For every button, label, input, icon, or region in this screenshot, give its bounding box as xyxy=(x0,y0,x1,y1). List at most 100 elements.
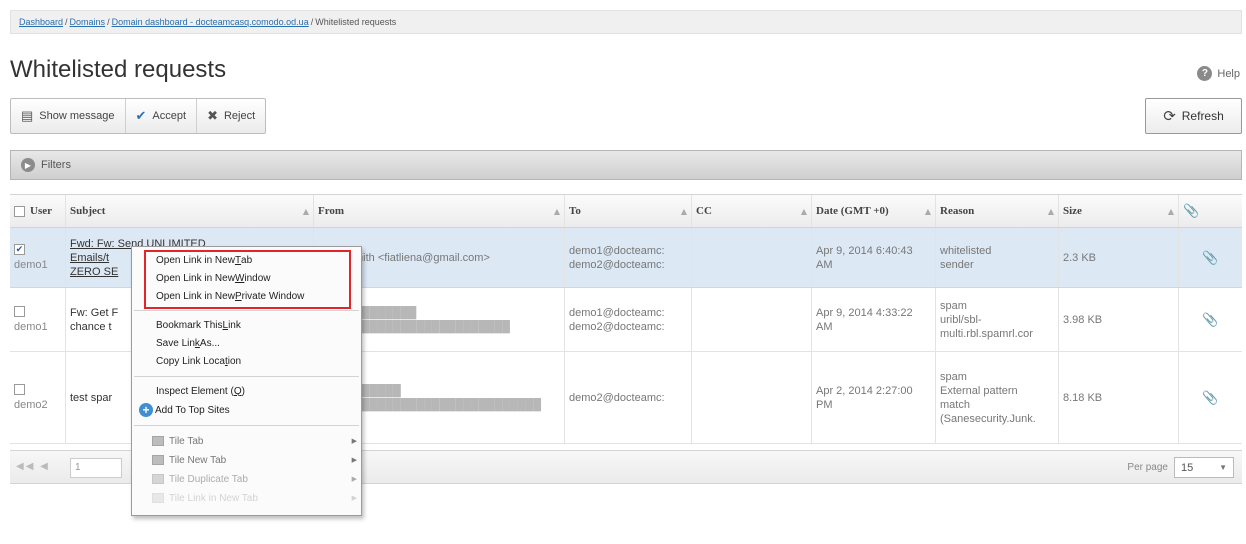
paperclip-icon: 📎 xyxy=(1202,389,1219,405)
menu-item-label: ink xyxy=(228,319,241,331)
column-header-cc[interactable]: CC ▲ xyxy=(692,195,812,227)
column-label: Subject xyxy=(70,205,106,217)
column-header-reason[interactable]: Reason ▲ xyxy=(936,195,1059,227)
menu-item-label: Bookmark This xyxy=(156,319,223,331)
breadcrumb-dashboard-link[interactable]: Dashboard xyxy=(19,17,63,27)
to-cell: demo1@docteamc: demo2@docteamc: xyxy=(565,228,692,287)
breadcrumb-current: Whitelisted requests xyxy=(315,17,397,27)
size-cell: 8.18 KB xyxy=(1059,352,1179,443)
page-number-input[interactable]: 1 xyxy=(70,458,122,478)
menu-item-add-top-sites[interactable]: + Add To Top Sites xyxy=(139,401,230,419)
column-header-date[interactable]: Date (GMT +0) ▲ xyxy=(812,195,936,227)
user-value: demo1 xyxy=(14,320,48,333)
reason-cell: whitelisted sender xyxy=(936,228,1059,287)
menu-item-tile-new-tab[interactable]: Tile New Tab ▶ xyxy=(152,452,357,468)
menu-separator xyxy=(134,310,359,311)
help-link[interactable]: ? Help xyxy=(1197,66,1240,81)
paperclip-icon: 📎 xyxy=(1183,203,1200,218)
reason-value: spam xyxy=(940,370,967,383)
column-header-user[interactable]: User xyxy=(10,195,66,227)
breadcrumb-separator: / xyxy=(107,17,110,27)
subject-text[interactable]: chance t xyxy=(70,320,112,334)
subject-link[interactable]: ZERO SE xyxy=(70,265,118,279)
sort-icon: ▲ xyxy=(680,206,687,216)
add-plus-icon: + xyxy=(139,403,153,417)
date-value: AM xyxy=(816,320,833,333)
reason-value: spam xyxy=(940,299,967,312)
column-label: To xyxy=(569,205,581,217)
show-message-button[interactable]: ▤ Show message xyxy=(11,99,126,133)
help-icon: ? xyxy=(1197,66,1213,81)
menu-separator xyxy=(134,376,359,377)
menu-item-label: Tile New Tab xyxy=(169,454,227,466)
subject-link[interactable]: Emails/t xyxy=(70,251,109,265)
menu-item-label: Tile Tab xyxy=(169,435,204,447)
date-value: Apr 2, 2014 2:27:00 xyxy=(816,384,913,397)
menu-item-save-link[interactable]: Save Lin k As... xyxy=(156,335,220,351)
cc-cell xyxy=(692,288,812,351)
user-cell: demo1 xyxy=(10,288,66,351)
row-checkbox[interactable] xyxy=(14,305,25,317)
help-label: Help xyxy=(1217,67,1240,80)
reason-value: whitelisted xyxy=(940,244,992,257)
to-value: demo2@docteamc: xyxy=(569,320,665,333)
menu-item-copy-link-location[interactable]: Copy Link Loca t ion xyxy=(156,353,241,369)
menu-item-tile-tab[interactable]: Tile Tab ▶ xyxy=(152,433,357,449)
tile-icon xyxy=(152,436,164,446)
cross-icon: ✖ xyxy=(207,108,218,123)
subject-text[interactable]: Fw: Get F xyxy=(70,306,118,320)
attachment-cell: 📎 xyxy=(1179,228,1242,287)
sort-icon: ▲ xyxy=(553,206,560,216)
reason-value: sender xyxy=(940,258,974,271)
sort-icon: ▲ xyxy=(800,206,807,216)
date-cell: Apr 9, 2014 4:33:22 AM xyxy=(812,288,936,351)
sort-icon: ▲ xyxy=(1047,206,1054,216)
row-checkbox[interactable]: ✔ xyxy=(14,243,25,255)
date-value: PM xyxy=(816,398,833,411)
menu-item-tile-link-new-tab[interactable]: Tile Link in New Tab ▶ xyxy=(152,490,357,506)
column-header-subject[interactable]: Subject ▲ xyxy=(66,195,314,227)
column-header-attachment[interactable]: 📎 xyxy=(1179,195,1242,227)
sort-icon: ▲ xyxy=(1167,206,1174,216)
message-icon: ▤ xyxy=(21,108,34,123)
tile-icon xyxy=(152,474,164,484)
tile-icon xyxy=(152,455,164,465)
attachment-cell: 📎 xyxy=(1179,352,1242,443)
reason-cell: spam External pattern match (Sanesecurit… xyxy=(936,352,1059,443)
breadcrumb-separator: / xyxy=(310,17,314,27)
refresh-button[interactable]: ⟳ Refresh xyxy=(1145,98,1242,134)
breadcrumb-domain-dashboard-link[interactable]: Domain dashboard - docteamcasq.comodo.od… xyxy=(112,17,309,27)
menu-separator xyxy=(134,425,359,426)
column-header-size[interactable]: Size ▲ xyxy=(1059,195,1179,227)
menu-item-label: Save Lin xyxy=(156,337,195,349)
user-value: demo1 xyxy=(14,258,48,271)
to-value: demo2@docteamc: xyxy=(569,258,665,271)
filters-label: Filters xyxy=(41,159,71,171)
column-header-from[interactable]: From ▲ xyxy=(314,195,565,227)
reject-button[interactable]: ✖ Reject xyxy=(197,99,265,133)
filters-bar[interactable]: ▶ Filters xyxy=(10,150,1242,180)
first-prev-page-icon[interactable]: ◀◀ ◀ xyxy=(16,461,50,472)
breadcrumb-domains-link[interactable]: Domains xyxy=(70,17,106,27)
per-page-control: Per page 15 ▼ xyxy=(1127,457,1234,478)
column-label: User xyxy=(30,205,52,217)
select-all-checkbox[interactable] xyxy=(14,205,25,217)
per-page-select[interactable]: 15 ▼ xyxy=(1174,457,1234,478)
menu-item-inspect-element[interactable]: Inspect Element (Q) xyxy=(156,383,245,399)
cc-cell xyxy=(692,352,812,443)
to-value: demo1@docteamc: xyxy=(569,306,665,319)
refresh-label: Refresh xyxy=(1181,109,1224,123)
row-checkbox[interactable] xyxy=(14,383,25,395)
subject-text[interactable]: test spar xyxy=(70,391,112,405)
per-page-label: Per page xyxy=(1127,462,1168,473)
column-label: Size xyxy=(1063,205,1082,217)
column-header-to[interactable]: To ▲ xyxy=(565,195,692,227)
to-cell: demo2@docteamc: xyxy=(565,352,692,443)
menu-item-bookmark-link[interactable]: Bookmark This Link xyxy=(156,317,241,333)
menu-item-label: Copy Link Loca xyxy=(156,355,225,367)
cc-cell xyxy=(692,228,812,287)
menu-item-label: Tile Duplicate Tab xyxy=(169,473,248,485)
menu-item-label: ion xyxy=(227,355,242,367)
menu-item-tile-duplicate-tab[interactable]: Tile Duplicate Tab ▶ xyxy=(152,471,357,487)
accept-button[interactable]: ✔ Accept xyxy=(126,99,198,133)
